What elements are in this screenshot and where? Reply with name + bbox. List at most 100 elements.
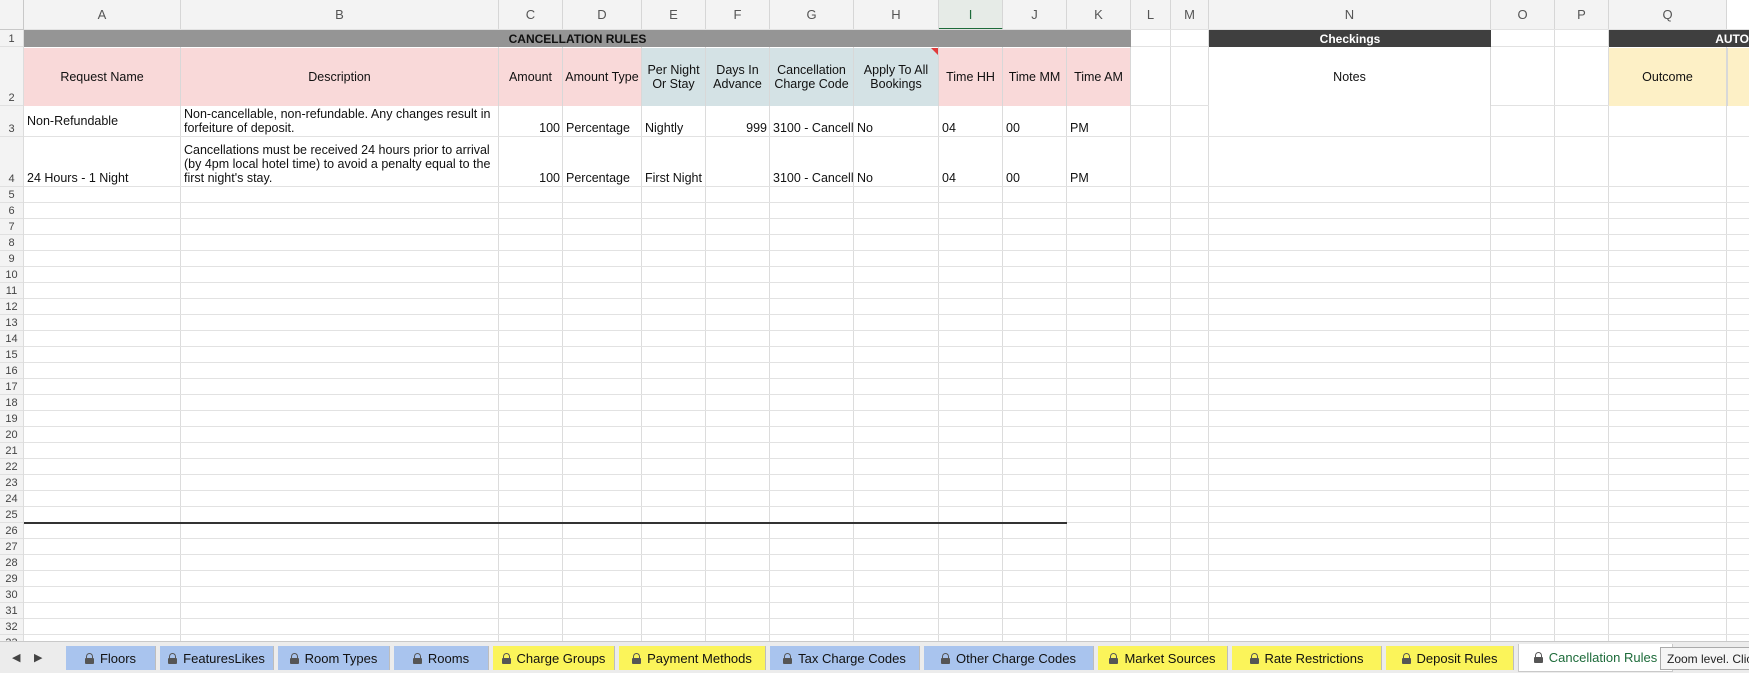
cell-e4[interactable]: First Night <box>642 138 706 187</box>
sheet-tab-featureslikes[interactable]: FeaturesLikes <box>160 646 274 670</box>
header-amount-type[interactable]: Amount Type <box>563 48 642 106</box>
header-notes[interactable]: Notes <box>1209 48 1491 106</box>
row-header-26[interactable]: 26 <box>0 523 24 539</box>
column-header-k[interactable]: K <box>1067 0 1131 30</box>
comment-indicator-icon[interactable] <box>931 48 938 55</box>
cell-d4[interactable]: Percentage <box>563 138 642 187</box>
sheet-tab-cancellation-rules[interactable]: Cancellation Rules <box>1518 644 1673 672</box>
cell-h3[interactable]: No <box>854 107 939 137</box>
cell-i4[interactable]: 04 <box>939 138 1003 187</box>
row-header-25[interactable]: 25 <box>0 507 24 523</box>
cell-k4[interactable]: PM <box>1067 138 1131 187</box>
row-header-14[interactable]: 14 <box>0 331 24 347</box>
column-header-q[interactable]: Q <box>1609 0 1727 30</box>
sheet-tab-other-charge-codes[interactable]: Other Charge Codes <box>924 646 1094 670</box>
header-outcome-next[interactable] <box>1727 48 1749 106</box>
row-header-24[interactable]: 24 <box>0 491 24 507</box>
column-header-e[interactable]: E <box>642 0 706 30</box>
select-all-corner[interactable] <box>0 0 24 30</box>
row-header-20[interactable]: 20 <box>0 427 24 443</box>
cell-c4[interactable]: 100 <box>499 138 563 187</box>
cell-a4[interactable]: 24 Hours - 1 Night <box>24 138 181 187</box>
cell-f3[interactable]: 999 <box>706 107 770 137</box>
row-header-31[interactable]: 31 <box>0 603 24 619</box>
header-days-in-advance[interactable]: Days In Advance <box>706 48 770 106</box>
row-header-23[interactable]: 23 <box>0 475 24 491</box>
row-header-22[interactable]: 22 <box>0 459 24 475</box>
cell-f4[interactable] <box>706 138 770 187</box>
sheet-tab-floors[interactable]: Floors <box>66 646 156 670</box>
column-header-g[interactable]: G <box>770 0 854 30</box>
row-header-7[interactable]: 7 <box>0 219 24 235</box>
sheet-tab-charge-groups[interactable]: Charge Groups <box>493 646 615 670</box>
row-header-32[interactable]: 32 <box>0 619 24 635</box>
column-header-j[interactable]: J <box>1003 0 1067 30</box>
spreadsheet-grid[interactable]: ABCDEFGHIJKLMNOPQ 1 2 3 4 5 6 7 8 9 10 11 12 13 14 15 1… <box>0 0 1749 641</box>
column-header-b[interactable]: B <box>181 0 499 30</box>
column-header-i[interactable]: I <box>939 0 1003 30</box>
cell-h4[interactable]: No <box>854 138 939 187</box>
row-header-10[interactable]: 10 <box>0 267 24 283</box>
header-apply-to-all-bookings[interactable]: Apply To All Bookings <box>854 48 939 106</box>
row-header-9[interactable]: 9 <box>0 251 24 267</box>
row-header-4[interactable]: 4 <box>0 137 24 187</box>
sheet-tab-market-sources[interactable]: Market Sources <box>1098 646 1228 670</box>
column-header-n[interactable]: N <box>1209 0 1491 30</box>
column-header-m[interactable]: M <box>1171 0 1209 30</box>
header-request-name[interactable]: Request Name <box>24 48 181 106</box>
next-sheet-icon[interactable]: ▶ <box>34 651 42 664</box>
row-header-8[interactable]: 8 <box>0 235 24 251</box>
row-header-21[interactable]: 21 <box>0 443 24 459</box>
column-header-h[interactable]: H <box>854 0 939 30</box>
column-header-o[interactable]: O <box>1491 0 1555 30</box>
header-cancellation-charge-code[interactable]: Cancellation Charge Code <box>770 48 854 106</box>
column-header-c[interactable]: C <box>499 0 563 30</box>
row-header-19[interactable]: 19 <box>0 411 24 427</box>
sheet-tab-payment-methods[interactable]: Payment Methods <box>619 646 766 670</box>
row-header-27[interactable]: 27 <box>0 539 24 555</box>
cell-g3[interactable]: 3100 - Cancell <box>770 107 854 137</box>
cell-b4[interactable]: Cancellations must be received 24 hours … <box>181 138 499 187</box>
row-header-13[interactable]: 13 <box>0 315 24 331</box>
column-header-l[interactable]: L <box>1131 0 1171 30</box>
header-outcome[interactable]: Outcome <box>1609 48 1727 106</box>
cell-j4[interactable]: 00 <box>1003 138 1067 187</box>
cell-g4[interactable]: 3100 - Cancell <box>770 138 854 187</box>
prev-sheet-icon[interactable]: ◀ <box>12 651 20 664</box>
row-header-1[interactable]: 1 <box>0 30 24 47</box>
sheet-tab-deposit-rules[interactable]: Deposit Rules <box>1386 646 1514 670</box>
header-time-mm[interactable]: Time MM <box>1003 48 1067 106</box>
column-header-d[interactable]: D <box>563 0 642 30</box>
row-header-30[interactable]: 30 <box>0 587 24 603</box>
cell-a3[interactable]: Non-Refundable <box>24 107 181 137</box>
row-header-17[interactable]: 17 <box>0 379 24 395</box>
row-header-11[interactable]: 11 <box>0 283 24 299</box>
cell-j3[interactable]: 00 <box>1003 107 1067 137</box>
cell-d3[interactable]: Percentage <box>563 107 642 137</box>
cell-c3[interactable]: 100 <box>499 107 563 137</box>
row-header-12[interactable]: 12 <box>0 299 24 315</box>
column-header-f[interactable]: F <box>706 0 770 30</box>
column-header-p[interactable]: P <box>1555 0 1609 30</box>
cell-i3[interactable]: 04 <box>939 107 1003 137</box>
row-header-2[interactable]: 2 <box>0 47 24 106</box>
sheet-tab-room-types[interactable]: Room Types <box>278 646 390 670</box>
header-description[interactable]: Description <box>181 48 499 106</box>
cell-e3[interactable]: Nightly <box>642 107 706 137</box>
row-header-6[interactable]: 6 <box>0 203 24 219</box>
row-header-3[interactable]: 3 <box>0 106 24 137</box>
row-header-18[interactable]: 18 <box>0 395 24 411</box>
cell-k3[interactable]: PM <box>1067 107 1131 137</box>
row-header-28[interactable]: 28 <box>0 555 24 571</box>
header-time-am[interactable]: Time AM <box>1067 48 1131 106</box>
row-header-5[interactable]: 5 <box>0 187 24 203</box>
cell-b3[interactable]: Non-cancellable, non-refundable. Any cha… <box>181 107 499 137</box>
row-header-16[interactable]: 16 <box>0 363 24 379</box>
sheet-tab-rooms[interactable]: Rooms <box>394 646 489 670</box>
sheet-tab-tax-charge-codes[interactable]: Tax Charge Codes <box>770 646 920 670</box>
header-per-night-or-stay[interactable]: Per Night Or Stay <box>642 48 706 106</box>
sheet-tab-rate-restrictions[interactable]: Rate Restrictions <box>1232 646 1382 670</box>
row-header-29[interactable]: 29 <box>0 571 24 587</box>
header-time-hh[interactable]: Time HH <box>939 48 1003 106</box>
column-header-a[interactable]: A <box>24 0 181 30</box>
